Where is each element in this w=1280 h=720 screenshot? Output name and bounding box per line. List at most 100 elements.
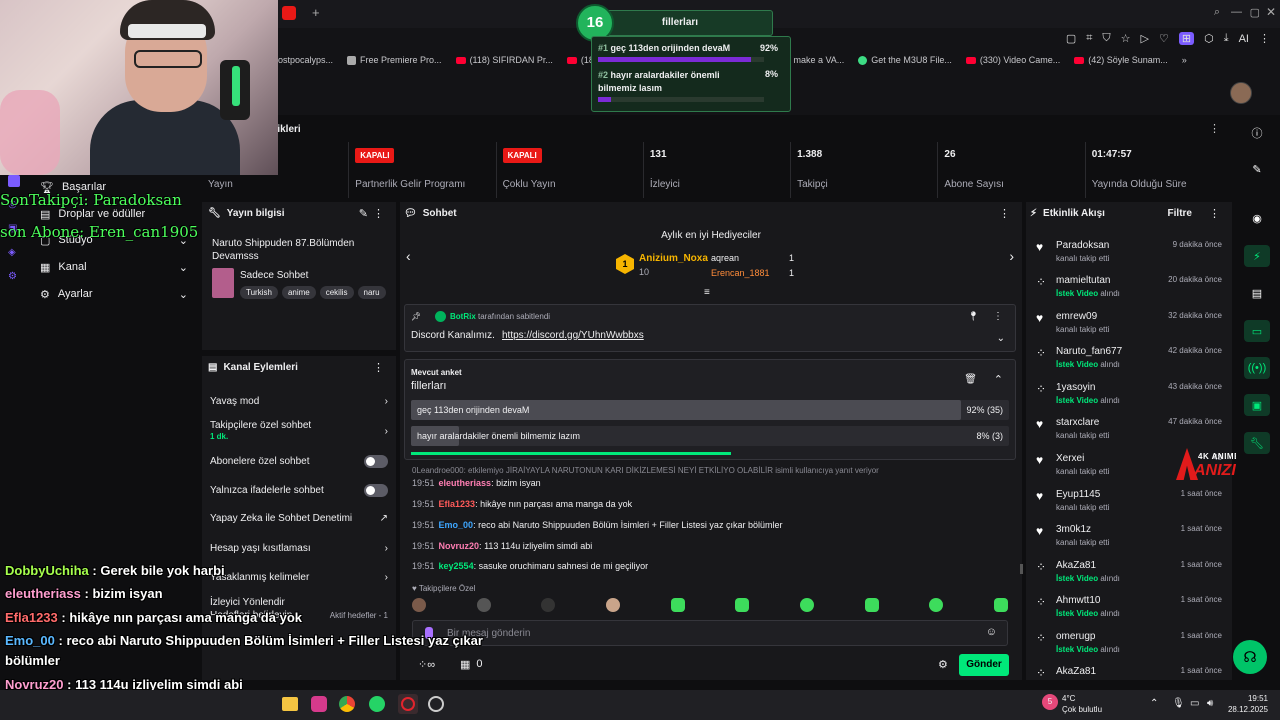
support-button[interactable]: ☊: [1233, 640, 1267, 674]
clock-date[interactable]: 28.12.2025: [1220, 705, 1268, 714]
more-icon[interactable]: ⋮: [373, 207, 384, 220]
search-tabs-icon[interactable]: ⌕: [1214, 6, 1220, 19]
mic-tray-icon[interactable]: 🎙︎: [1172, 698, 1185, 709]
activity-item[interactable]: ♥ 3m0k1z 1 saat önce kanalı takip etti: [1034, 520, 1222, 554]
tray-chevron-icon[interactable]: ⌃: [1150, 698, 1158, 709]
bookmark[interactable]: ostpocalyps...: [278, 55, 333, 65]
nav-icon[interactable]: ◈: [8, 247, 16, 258]
whatsapp-icon[interactable]: [369, 696, 385, 712]
activity-user[interactable]: mamieltutan: [1056, 275, 1110, 286]
star-icon[interactable]: ☆: [1121, 32, 1131, 45]
obs-icon[interactable]: [428, 696, 444, 712]
bookmark[interactable]: (118) SIFIRDAN Pr...: [455, 55, 553, 65]
emote[interactable]: [412, 598, 426, 612]
activity-item[interactable]: ⁘ 1yasoyin 43 dakika önce İstek Video alınd…: [1034, 378, 1222, 412]
broadcast-icon[interactable]: ((•)): [1244, 357, 1270, 379]
more-icon[interactable]: ⋮: [1209, 122, 1220, 135]
gifter-name[interactable]: aqrean: [711, 253, 739, 263]
edit-icon[interactable]: ✎: [359, 207, 368, 220]
info-icon[interactable]: ⓘ: [1244, 122, 1270, 144]
more-icon[interactable]: ⋮: [999, 207, 1010, 220]
activity-user[interactable]: 3m0k1z: [1056, 524, 1091, 535]
tab-icon[interactable]: ▢: [1066, 32, 1076, 45]
message-user[interactable]: Novruz20: [439, 541, 480, 551]
tag[interactable]: naru: [357, 286, 386, 299]
next-arrow-icon[interactable]: ›: [1009, 248, 1014, 264]
wrench-icon[interactable]: 🔧︎: [1244, 432, 1270, 454]
activity-user[interactable]: AkaZa81: [1056, 666, 1096, 677]
bookmark[interactable]: o make a VA...: [786, 55, 844, 65]
more-icon[interactable]: ⋮: [993, 311, 1003, 322]
sidebar-item-channel[interactable]: ▦ Kanal ⌄: [40, 261, 188, 274]
emote[interactable]: [735, 598, 750, 612]
tag[interactable]: anime: [281, 286, 316, 299]
folder-icon[interactable]: [282, 697, 298, 711]
emote[interactable]: [929, 598, 944, 612]
chat-bubble-icon[interactable]: ▭: [1244, 320, 1270, 342]
activity-item[interactable]: ⁘ Ahmwtt10 1 saat önce İstek Video alındı: [1034, 591, 1222, 625]
activity-user[interactable]: Xerxei: [1056, 453, 1084, 464]
poll-option[interactable]: hayır aralardakiler önemli bilmemiz lazı…: [411, 426, 1009, 446]
prev-arrow-icon[interactable]: ‹: [406, 248, 411, 264]
raid-row[interactable]: İzleyici Yönlendir: [210, 597, 388, 608]
network-icon[interactable]: ▭: [1190, 698, 1199, 709]
filter-button[interactable]: Filtre: [1168, 208, 1192, 219]
pinned-link[interactable]: https://discord.gg/YUhnWwbbxs: [502, 330, 644, 341]
sidebar-item-settings[interactable]: ⚙ Ayarlar ⌄: [40, 288, 188, 301]
activity-user[interactable]: omerugp: [1056, 631, 1095, 642]
category-name[interactable]: Sadece Sohbet: [240, 270, 308, 281]
weather-temp[interactable]: 4°C: [1062, 694, 1075, 703]
camera-icon[interactable]: ◉: [1244, 207, 1270, 229]
activity-user[interactable]: Naruto_fan677: [1056, 346, 1122, 357]
more-bookmarks-icon[interactable]: »: [1182, 55, 1187, 65]
tag[interactable]: Turkish: [240, 286, 278, 299]
followers-only-row[interactable]: Takipçilere özel sohbet 1 dk. ›: [210, 420, 388, 442]
gifter-name[interactable]: Anizium_Noxa: [639, 253, 708, 264]
more-icon[interactable]: ⋮: [1209, 207, 1220, 220]
activity-user[interactable]: 1yasoyin: [1056, 382, 1095, 393]
activity-item[interactable]: ⁘ mamieltutan 20 dakika önce İstek Video al…: [1034, 271, 1222, 305]
scroll-icon[interactable]: ≡: [704, 287, 710, 298]
banned-words-row[interactable]: Yasaklanmış kelimeler ›: [210, 572, 388, 583]
emote[interactable]: [993, 598, 1008, 612]
puzzle-icon[interactable]: ⬡: [1204, 32, 1214, 45]
scrollbar[interactable]: [1020, 564, 1023, 574]
menu-icon[interactable]: ⋮: [1259, 32, 1270, 45]
active-tab-icon[interactable]: [282, 6, 296, 20]
tag[interactable]: cekilis: [319, 286, 354, 299]
heart-icon[interactable]: ♡: [1159, 32, 1169, 45]
emote[interactable]: [541, 598, 556, 612]
chat-input-box[interactable]: Bir mesaj gönderin ☺: [412, 620, 1008, 646]
bookmark[interactable]: (42) Söyle Sunam...: [1074, 55, 1168, 65]
play-icon[interactable]: ▷: [1141, 32, 1149, 45]
message-user[interactable]: key2554: [439, 561, 474, 571]
activity-user[interactable]: Eyup1145: [1056, 489, 1100, 500]
weather-desc[interactable]: Çok bulutlu: [1062, 705, 1102, 714]
message-user[interactable]: Emo_00: [439, 520, 474, 530]
activity-user[interactable]: emrew09: [1056, 311, 1097, 322]
user-avatar[interactable]: [1230, 82, 1252, 104]
emote[interactable]: [605, 598, 620, 612]
activity-item[interactable]: ⁘ Naruto_fan677 42 dakika önce İstek Video …: [1034, 342, 1222, 376]
poll-option[interactable]: geç 113den orijinden devaM 92% (35): [411, 400, 1009, 420]
emoji-icon[interactable]: ☺: [986, 626, 997, 638]
clock-time[interactable]: 19:51: [1228, 694, 1268, 703]
trash-icon[interactable]: 🗑︎: [964, 374, 977, 385]
activity-item[interactable]: ♥ emrew09 32 dakika önce kanalı takip etti: [1034, 307, 1222, 341]
document-icon[interactable]: ▤: [1244, 282, 1270, 304]
bookmark[interactable]: Get the M3U8 File...: [858, 55, 952, 65]
activity-item[interactable]: ♥ Eyup1145 1 saat önce kanalı takip etti: [1034, 485, 1222, 519]
emote[interactable]: [476, 598, 491, 612]
slow-mode-row[interactable]: Yavaş mod ›: [210, 396, 388, 407]
account-age-row[interactable]: Hesap yaşı kısıtlaması ›: [210, 543, 388, 554]
activity-user[interactable]: Ahmwtt10: [1056, 595, 1100, 606]
emote[interactable]: [799, 598, 814, 612]
unpin-icon[interactable]: 📍︎: [968, 311, 979, 322]
gifter-name[interactable]: Erencan_1881: [711, 268, 770, 278]
message-user[interactable]: eleutheriass: [439, 478, 492, 488]
activity-item[interactable]: ♥ Paradoksan 9 dakika önce kanalı takip ett…: [1034, 236, 1222, 270]
chevron-down-icon[interactable]: ⌄: [997, 333, 1005, 344]
volume-icon[interactable]: 🔊︎: [1207, 698, 1213, 709]
maximize-icon[interactable]: ▢: [1250, 6, 1260, 19]
download-icon[interactable]: ⤓: [1224, 32, 1229, 45]
